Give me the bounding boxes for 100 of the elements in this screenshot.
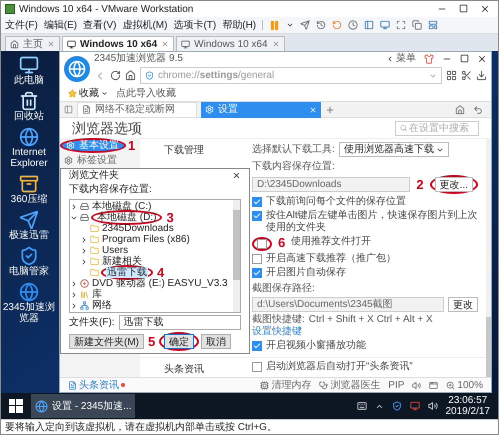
- favorites-button[interactable]: 收藏: [79, 86, 99, 101]
- tree-item[interactable]: 库: [91, 289, 103, 300]
- menu-item[interactable]: 查看(V): [83, 18, 116, 32]
- tree-item[interactable]: 网络: [91, 300, 113, 311]
- apps-icon[interactable]: [446, 70, 457, 81]
- download-tool-dropdown[interactable]: 使用浏览器高速下载: [338, 142, 449, 157]
- checkbox[interactable]: [252, 211, 262, 221]
- path-field[interactable]: D:\2345Downloads: [252, 177, 410, 192]
- checkbox[interactable]: [252, 341, 262, 351]
- tree-item[interactable]: 2345Downloads: [101, 223, 175, 234]
- checkbox[interactable]: [252, 268, 262, 278]
- stethoscope-icon[interactable]: [319, 380, 328, 390]
- menu-item[interactable]: 帮助(H): [222, 18, 256, 32]
- expand-toggle-icon[interactable]: [80, 246, 88, 254]
- desktop-icon-label[interactable]: 2345加速浏览器: [2, 302, 56, 324]
- new-tab-icon[interactable]: [325, 104, 335, 114]
- archive-icon[interactable]: [19, 174, 39, 194]
- home-icon[interactable]: [455, 104, 465, 114]
- layout-icon[interactable]: [428, 20, 438, 30]
- scissors-icon[interactable]: [461, 70, 472, 81]
- expand-toggle-icon[interactable]: [70, 280, 78, 288]
- close-icon[interactable]: [232, 171, 241, 180]
- vm-tab[interactable]: Windows 10 x64: [176, 36, 285, 51]
- expand-toggle-icon[interactable]: [80, 258, 88, 266]
- close-icon[interactable]: [480, 4, 490, 14]
- vm-tab[interactable]: 主页: [5, 36, 60, 51]
- status-item[interactable]: 清理内存: [271, 378, 312, 392]
- tree-item[interactable]: DVD 驱动器 (E:) EASYU_V3.3: [91, 278, 229, 289]
- tree-item[interactable]: 本地磁盘 (C:): [91, 201, 152, 212]
- globe-icon[interactable]: [19, 282, 39, 302]
- panel-icon[interactable]: [364, 20, 374, 30]
- desktop-icon-label[interactable]: Internet Explorer: [2, 147, 56, 169]
- checkbox[interactable]: [252, 254, 262, 264]
- shield-icon[interactable]: [19, 246, 39, 266]
- change-button[interactable]: 更改...: [434, 177, 473, 192]
- trash-icon[interactable]: [19, 91, 39, 111]
- copy-icon[interactable]: [412, 20, 422, 30]
- restore-icon[interactable]: [332, 20, 342, 30]
- zoom-icon[interactable]: [446, 380, 456, 390]
- menu-item[interactable]: 编辑(E): [44, 18, 78, 32]
- monitor-icon[interactable]: [410, 401, 420, 411]
- maximize-icon[interactable]: [460, 54, 469, 63]
- menu-button[interactable]: 菜单: [396, 51, 416, 66]
- path-field[interactable]: d:\Users\Documents\2345截图: [252, 297, 444, 312]
- status-item[interactable]: 浏览器医生: [330, 378, 380, 392]
- news-link[interactable]: 头条资讯: [79, 378, 119, 392]
- chevron-left-icon[interactable]: [386, 54, 394, 62]
- windows-logo-icon[interactable]: [9, 399, 23, 413]
- dialog-button[interactable]: 取消: [201, 334, 232, 349]
- change-button[interactable]: 更改: [448, 297, 478, 312]
- home-icon[interactable]: [125, 70, 136, 81]
- status-item[interactable]: 100%: [457, 378, 483, 392]
- taskbar-task[interactable]: 设置 - 2345加速...: [31, 394, 136, 418]
- globe-icon[interactable]: [19, 127, 39, 147]
- desktop-icon-label[interactable]: 电脑管家: [2, 266, 56, 277]
- monitor-icon[interactable]: [380, 20, 390, 30]
- status-item[interactable]: PIP: [388, 378, 404, 392]
- import-favorites-link[interactable]: 点此导入收藏: [116, 86, 176, 101]
- tree-item[interactable]: Program Files (x86): [101, 234, 191, 245]
- caret-icon[interactable]: [286, 21, 294, 29]
- desktop-icon-label[interactable]: 此电脑: [2, 75, 56, 86]
- memory-icon[interactable]: [260, 380, 270, 390]
- shield-icon[interactable]: [392, 401, 402, 411]
- vm-tab[interactable]: Windows 10 x64: [62, 36, 174, 51]
- expand-toggle-icon[interactable]: [70, 302, 78, 310]
- checkbox[interactable]: [252, 197, 262, 207]
- menu-item[interactable]: 选项卡(T): [173, 18, 216, 32]
- folder-name-field[interactable]: 迅雷下载: [118, 315, 241, 330]
- set-shortcut-link[interactable]: 设置快捷键: [252, 326, 302, 338]
- keyboard-icon[interactable]: [356, 401, 366, 411]
- tree-item[interactable]: 迅雷下载: [106, 267, 148, 278]
- desktop-icon-label[interactable]: 回收站: [2, 111, 56, 122]
- send-icon[interactable]: [300, 20, 310, 30]
- expand-toggle-icon[interactable]: [80, 236, 88, 244]
- expand-toggle-icon[interactable]: [70, 202, 78, 210]
- sidebar-item[interactable]: 标签设置: [60, 153, 126, 168]
- maximize-icon[interactable]: [459, 4, 468, 13]
- paper-plane-icon[interactable]: [19, 210, 39, 230]
- dialog-button[interactable]: 确定: [164, 334, 194, 349]
- menu-item[interactable]: 文件(F): [5, 18, 38, 32]
- search-field[interactable]: 在设置中搜索: [395, 120, 479, 136]
- checkbox[interactable]: [257, 239, 267, 249]
- sidebar-toggle-icon[interactable]: [64, 105, 73, 114]
- desktop-icon-label[interactable]: 360压缩: [2, 194, 56, 205]
- caret-icon[interactable]: [101, 90, 108, 97]
- tree-item[interactable]: Users: [101, 245, 130, 256]
- fullscreen-icon[interactable]: [396, 20, 406, 30]
- dialog-button[interactable]: 新建文件夹(M): [69, 334, 144, 349]
- window-icon[interactable]: [429, 380, 438, 390]
- tree-item[interactable]: 本地磁盘 (D:): [96, 212, 158, 223]
- browser-tab[interactable]: 网络不稳定或断网: [77, 102, 197, 118]
- checkbox[interactable]: [252, 362, 262, 372]
- clock-icon[interactable]: [348, 20, 358, 30]
- history-icon[interactable]: [316, 20, 326, 30]
- download-icon[interactable]: [476, 70, 487, 81]
- undo-icon[interactable]: [473, 104, 483, 114]
- skin-icon[interactable]: [424, 54, 434, 64]
- expand-toggle-icon[interactable]: [70, 290, 78, 298]
- desktop-icon-label[interactable]: 极速迅雷: [2, 230, 56, 241]
- monitor-icon[interactable]: [19, 55, 39, 75]
